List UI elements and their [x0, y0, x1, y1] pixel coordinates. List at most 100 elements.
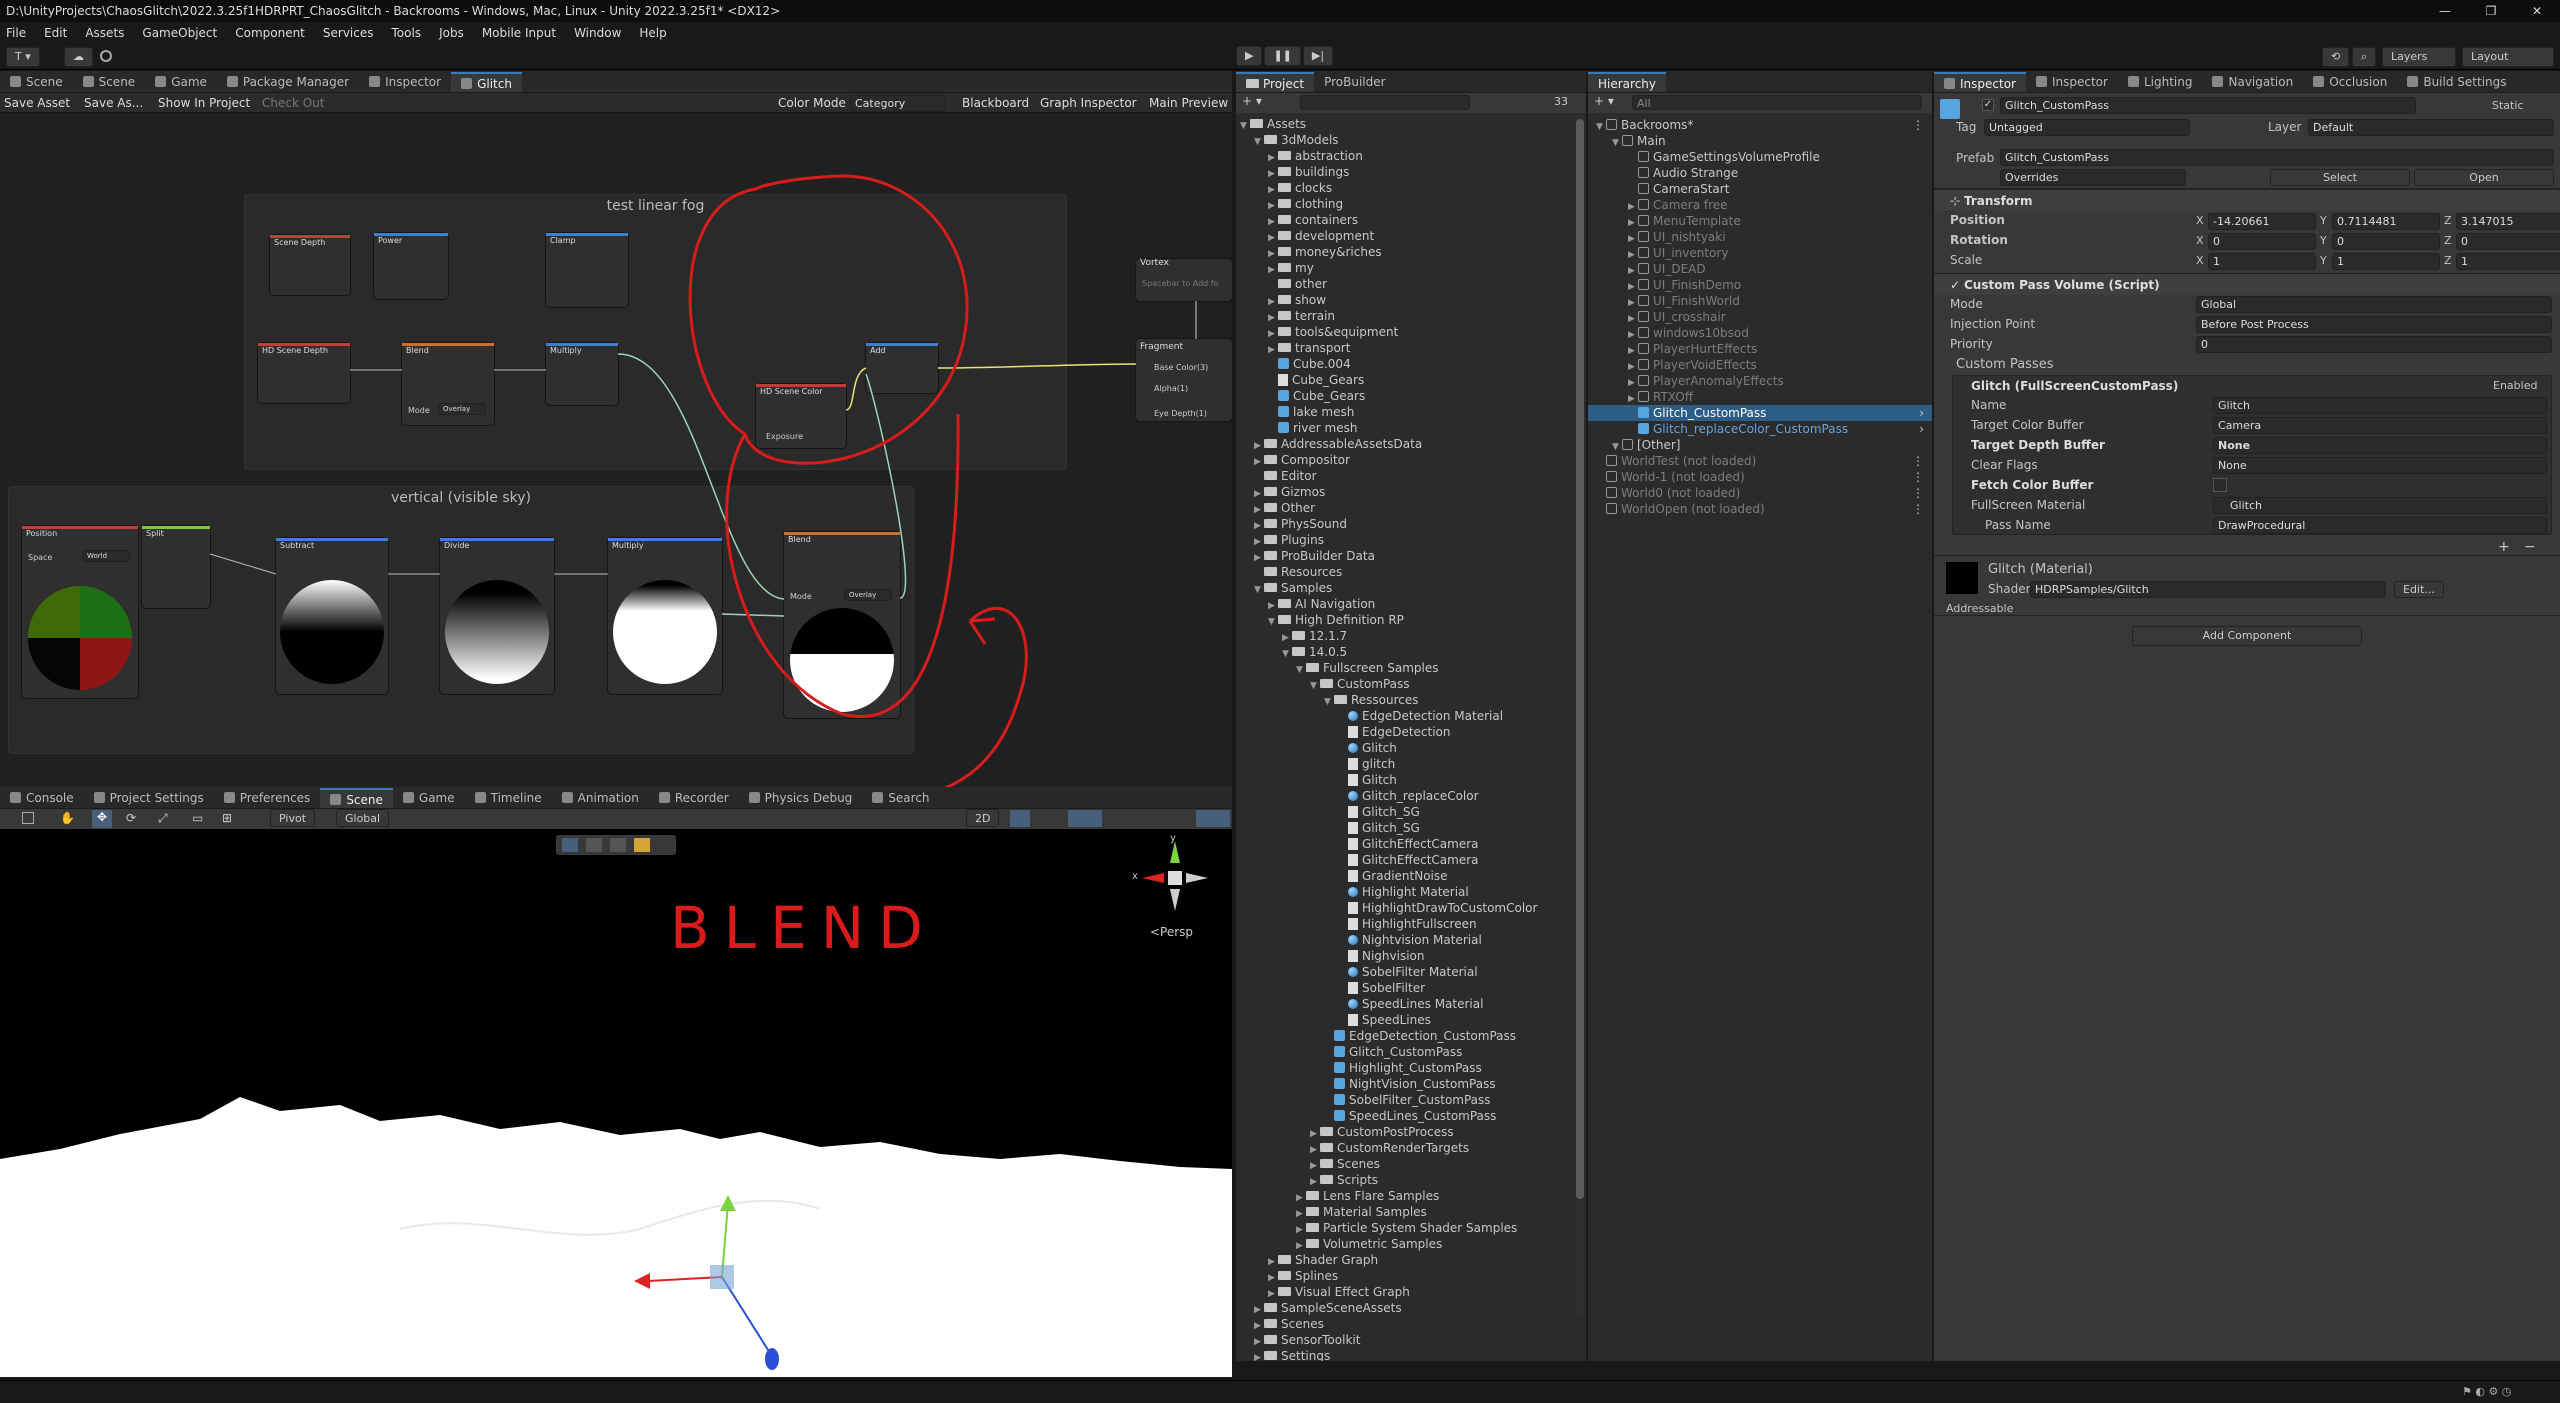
menu-item-help[interactable]: Help: [639, 26, 666, 40]
project-item[interactable]: HighlightFullscreen: [1236, 916, 1586, 932]
overlay-grid-icon[interactable]: [586, 838, 602, 852]
project-item[interactable]: ▶ abstraction: [1236, 148, 1586, 164]
project-item[interactable]: ▶ SampleSceneAssets: [1236, 1300, 1586, 1316]
shader-dropdown[interactable]: HDRPSamples/Glitch: [2030, 581, 2386, 598]
transform-position-x-field[interactable]: -14.20661: [2208, 213, 2316, 230]
step-button[interactable]: ▶|: [1302, 46, 1334, 66]
hierarchy-create-button[interactable]: + ▾: [1594, 94, 1614, 108]
more-options-icon[interactable]: ⋮: [1912, 453, 1924, 469]
tab-timeline[interactable]: Timeline: [465, 788, 552, 808]
project-item[interactable]: ▶ Lens Flare Samples: [1236, 1188, 1586, 1204]
tab-scene[interactable]: Scene: [73, 72, 146, 92]
project-item[interactable]: ▼ Assets: [1236, 116, 1586, 132]
orientation-gizmo[interactable]: y x: [1130, 833, 1220, 923]
menu-item-file[interactable]: File: [6, 26, 26, 40]
search-icon[interactable]: ⌕: [2352, 47, 2377, 67]
project-item[interactable]: ▶ Shader Graph: [1236, 1252, 1586, 1268]
prefab-open-button[interactable]: Open: [2414, 169, 2554, 186]
hand-tool-icon[interactable]: ✋: [60, 811, 76, 827]
project-item[interactable]: EdgeDetection Material: [1236, 708, 1586, 724]
pivot-dropdown[interactable]: Pivot: [270, 809, 316, 827]
project-item[interactable]: GlitchEffectCamera: [1236, 852, 1586, 868]
gizmos-toggle-icon[interactable]: [1196, 810, 1230, 827]
project-item[interactable]: HighlightDrawToCustomColor: [1236, 900, 1586, 916]
tab-scene[interactable]: Scene: [320, 788, 393, 808]
tab-project[interactable]: Project: [1236, 72, 1315, 92]
shader-edit-button[interactable]: Edit...: [2394, 581, 2444, 598]
project-item[interactable]: ▶ Plugins: [1236, 532, 1586, 548]
hierarchy-item[interactable]: ▶ MenuTemplate: [1588, 213, 1932, 229]
tab-probuilder[interactable]: ProBuilder: [1314, 72, 1395, 92]
project-item[interactable]: ▼ Ressources: [1236, 692, 1586, 708]
more-options-icon[interactable]: ⋮: [1912, 469, 1924, 485]
clear-flags-dropdown[interactable]: None: [2213, 457, 2547, 474]
blackboard-toggle[interactable]: Blackboard: [962, 96, 1029, 110]
project-item[interactable]: Glitch: [1236, 740, 1586, 756]
tab-package-manager[interactable]: Package Manager: [217, 72, 359, 92]
overrides-dropdown[interactable]: Overrides: [2000, 169, 2186, 186]
project-item[interactable]: NightVision_CustomPass: [1236, 1076, 1586, 1092]
undo-history-button[interactable]: ⟲: [2322, 47, 2350, 67]
project-item[interactable]: ▶ Particle System Shader Samples: [1236, 1220, 1586, 1236]
overlay-probuilder-icon[interactable]: [634, 838, 650, 852]
transform-rotation-z-field[interactable]: 0: [2456, 233, 2560, 250]
project-item[interactable]: ▶ Material Samples: [1236, 1204, 1586, 1220]
scale-tool-icon[interactable]: ⤢: [158, 811, 168, 826]
rotate-tool-icon[interactable]: ⟳: [126, 811, 136, 825]
minimize-button[interactable]: —: [2422, 0, 2468, 22]
tab-scene[interactable]: Scene: [0, 72, 73, 92]
hierarchy-item[interactable]: CameraStart: [1588, 181, 1932, 197]
project-item[interactable]: ▶ Visual Effect Graph: [1236, 1284, 1586, 1300]
project-item[interactable]: ▶ containers: [1236, 212, 1586, 228]
active-checkbox[interactable]: ✓: [1982, 99, 1994, 111]
collab-icon[interactable]: [100, 50, 112, 62]
menu-item-mobile-input[interactable]: Mobile Input: [482, 26, 556, 40]
project-item[interactable]: ▶ 12.1.7: [1236, 628, 1586, 644]
scene-visibility-icon[interactable]: [1068, 810, 1102, 827]
transform-tool-icon[interactable]: ⊞: [222, 811, 232, 825]
project-item[interactable]: Cube_Gears: [1236, 388, 1586, 404]
status-icons[interactable]: ⚑ ◐ ⚙ ◷: [2462, 1385, 2552, 1399]
project-item[interactable]: ▶ terrain: [1236, 308, 1586, 324]
pass-title[interactable]: Glitch (FullScreenCustomPass): [1971, 379, 2178, 393]
lighting-toggle-icon[interactable]: [1010, 810, 1030, 827]
transform-rotation-y-field[interactable]: 0: [2332, 233, 2440, 250]
project-item[interactable]: ▶ development: [1236, 228, 1586, 244]
tab-lighting[interactable]: Lighting: [2118, 72, 2203, 92]
menu-item-component[interactable]: Component: [235, 26, 305, 40]
project-item[interactable]: EdgeDetection_CustomPass: [1236, 1028, 1586, 1044]
transform-scale-x-field[interactable]: 1: [2208, 253, 2316, 270]
menu-item-services[interactable]: Services: [323, 26, 374, 40]
project-item[interactable]: ▶ PhysSound: [1236, 516, 1586, 532]
transform-position-z-field[interactable]: 3.147015: [2456, 213, 2560, 230]
object-name-field[interactable]: Glitch_CustomPass: [2000, 97, 2416, 114]
project-item[interactable]: ▶ Settings: [1236, 1348, 1586, 1361]
transform-header[interactable]: ⊹ Transform: [1934, 189, 2560, 211]
tab-physics-debug[interactable]: Physics Debug: [739, 788, 863, 808]
close-button[interactable]: ✕: [2514, 0, 2560, 22]
tab-occlusion[interactable]: Occlusion: [2303, 72, 2397, 92]
project-item[interactable]: Glitch: [1236, 772, 1586, 788]
project-item[interactable]: GlitchEffectCamera: [1236, 836, 1586, 852]
tab-recorder[interactable]: Recorder: [649, 788, 739, 808]
project-item[interactable]: SobelFilter: [1236, 980, 1586, 996]
hierarchy-item[interactable]: ▶ UI_crosshair: [1588, 309, 1932, 325]
hierarchy-item[interactable]: ▶ UI_DEAD: [1588, 261, 1932, 277]
hierarchy-item[interactable]: ▶ UI_nishtyaki: [1588, 229, 1932, 245]
cloud-button[interactable]: ☁: [64, 47, 93, 67]
project-item[interactable]: Nighvision: [1236, 948, 1586, 964]
tab-console[interactable]: Console: [0, 788, 84, 808]
chevron-right-icon[interactable]: ›: [1919, 421, 1924, 437]
add-component-button[interactable]: Add Component: [2132, 626, 2362, 646]
project-item[interactable]: ▶ Compositor: [1236, 452, 1586, 468]
move-tool-icon[interactable]: ✥: [92, 810, 112, 828]
project-item[interactable]: ▶ buildings: [1236, 164, 1586, 180]
tab-navigation[interactable]: Navigation: [2202, 72, 2303, 92]
project-item[interactable]: ▶ transport: [1236, 340, 1586, 356]
tab-inspector[interactable]: Inspector: [359, 72, 451, 92]
tab-search[interactable]: Search: [862, 788, 939, 808]
save-as-button[interactable]: Save As...: [84, 96, 143, 110]
project-item[interactable]: ▼ Samples: [1236, 580, 1586, 596]
project-item[interactable]: ▶ CustomPostProcess: [1236, 1124, 1586, 1140]
chevron-right-icon[interactable]: ›: [1919, 405, 1924, 421]
